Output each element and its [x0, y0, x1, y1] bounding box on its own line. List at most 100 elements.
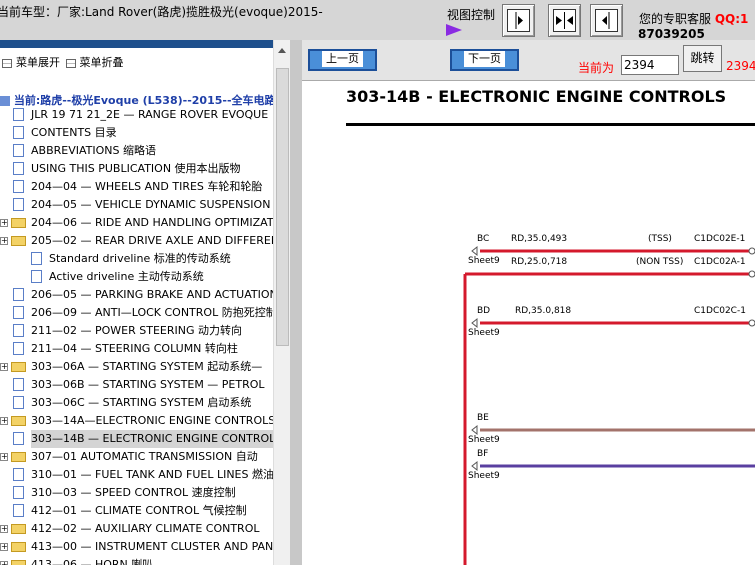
document-icon — [13, 198, 24, 211]
tree-item[interactable]: +303—14A—ELECTRONIC ENGINE CONTROLS — [0, 412, 290, 430]
tree-item-label: 206—05 — PARKING BRAKE AND ACTUATION — [31, 288, 278, 301]
tree-item[interactable]: 310—01 — FUEL TANK AND FUEL LINES 燃油 — [0, 466, 290, 484]
current-page-label: 当前为 — [578, 61, 615, 75]
tree-item-label: 307—01 AUTOMATIC TRANSMISSION 自动 — [31, 450, 258, 463]
total-pages: 2394 — [726, 59, 755, 73]
tree-item[interactable]: USING THIS PUBLICATION 使用本出版物 — [0, 160, 290, 178]
tree-item-label: 413—06 — HORN 喇叭 — [31, 558, 154, 565]
tree-item[interactable]: +307—01 AUTOMATIC TRANSMISSION 自动 — [0, 448, 290, 466]
folder-icon — [11, 236, 26, 246]
document-icon — [13, 486, 24, 499]
tree-item[interactable]: ABBREVIATIONS 缩略语 — [0, 142, 290, 160]
connector-label: C1DC02A-1 — [694, 257, 746, 267]
tree-item[interactable]: JLR 19 71 21_2E — RANGE ROVER EVOQUE — [0, 106, 290, 124]
tree-item[interactable]: 310—03 — SPEED CONTROL 速度控制 — [0, 484, 290, 502]
view-control-label: 视图控制 — [447, 8, 496, 22]
expand-toggle-icon[interactable]: + — [0, 525, 8, 533]
panel-split-icon — [553, 9, 576, 32]
tree-item[interactable]: 303—06C — STARTING SYSTEM 启动系统 — [0, 394, 290, 412]
document-icon — [13, 162, 24, 175]
tree-item[interactable]: +413—06 — HORN 喇叭 — [0, 556, 290, 565]
document-icon — [13, 180, 24, 193]
connector-label: C1DC02C-1 — [694, 306, 746, 316]
expand-toggle-icon[interactable]: + — [0, 363, 8, 371]
tree-item-label: 303—14A—ELECTRONIC ENGINE CONTROLS — [31, 414, 276, 427]
view-split-button[interactable] — [548, 4, 581, 37]
collapse-icon — [65, 58, 76, 68]
expand-toggle-icon[interactable]: + — [0, 543, 8, 551]
sidebar-scrollbar[interactable] — [273, 40, 290, 565]
tree-list: JLR 19 71 21_2E — RANGE ROVER EVOQUE CONT… — [0, 106, 290, 565]
tree-item-label: Active driveline 主动传动系统 — [49, 270, 204, 283]
tree-item[interactable]: +205—02 — REAR DRIVE AXLE AND DIFFERENTI… — [0, 232, 290, 250]
tree-item[interactable]: 211—02 — POWER STEERING 动力转向 — [0, 322, 290, 340]
tree-item-label: 412—01 — CLIMATE CONTROL 气候控制 — [31, 504, 247, 517]
tree-item-label: USING THIS PUBLICATION 使用本出版物 — [31, 162, 241, 175]
menu-collapse-button[interactable]: 菜单折叠 — [80, 56, 124, 69]
tree-item[interactable]: +303—06A — STARTING SYSTEM 起动系统— — [0, 358, 290, 376]
tree-item-label: 204—05 — VEHICLE DYNAMIC SUSPENSION — [31, 198, 271, 211]
connector-arrow-icon — [471, 245, 478, 257]
wire-spec-label: RD,35.0,818 — [515, 306, 571, 316]
expand-toggle-icon[interactable]: + — [0, 453, 8, 461]
panel-left-icon — [595, 9, 618, 32]
connector-pin-icon — [748, 247, 755, 255]
prev-page-label: 上一页 — [322, 51, 363, 67]
tree-item[interactable]: +413—00 — INSTRUMENT CLUSTER AND PANEL — [0, 538, 290, 556]
tree-item[interactable]: Active driveline 主动传动系统 — [0, 268, 290, 286]
tree-item-label: ABBREVIATIONS 缩略语 — [31, 144, 156, 157]
prev-page-button[interactable]: 上一页 — [308, 49, 377, 71]
page-number-input[interactable] — [621, 55, 679, 75]
view-left-button[interactable] — [590, 4, 623, 37]
document-icon — [13, 306, 24, 319]
menu-expand-button[interactable]: 菜单展开 — [16, 56, 60, 69]
document-icon — [13, 126, 24, 139]
tree-item[interactable]: 211—04 — STEERING COLUMN 转向柱 — [0, 340, 290, 358]
expand-toggle-icon[interactable]: + — [0, 237, 8, 245]
play-arrow-icon — [446, 24, 462, 36]
wire-ref-label: BC — [477, 234, 489, 244]
next-page-button[interactable]: 下一页 — [450, 49, 519, 71]
service-qq: QQ:1 — [714, 12, 749, 26]
menu-controls: 菜单展开 菜单折叠 — [0, 54, 124, 70]
document-icon — [13, 504, 24, 517]
tree-item[interactable]: +204—06 — RIDE AND HANDLING OPTIMIZATION — [0, 214, 290, 232]
tree-item[interactable]: 303—06B — STARTING SYSTEM — PETROL — [0, 376, 290, 394]
sheet-label: Sheet9 — [468, 328, 500, 338]
tree-item[interactable]: 206—05 — PARKING BRAKE AND ACTUATION — [0, 286, 290, 304]
expand-toggle-icon[interactable]: + — [0, 219, 8, 227]
wire-ref-label: BD — [477, 306, 490, 316]
scroll-up-icon[interactable] — [278, 48, 286, 53]
next-page-label: 下一页 — [464, 51, 505, 67]
connector-pin-icon — [748, 270, 755, 278]
tree-item-label: 205—02 — REAR DRIVE AXLE AND DIFFERENTIA… — [31, 234, 290, 247]
tree-item[interactable]: 303—14B — ELECTRONIC ENGINE CONTROLS — [0, 430, 290, 448]
tree-item-label: 412—02 — AUXILIARY CLIMATE CONTROL — [31, 522, 260, 535]
document-icon — [13, 342, 24, 355]
sidebar: 菜单展开 菜单折叠 当前:路虎--极光Evoque (L538)--2015--… — [0, 40, 290, 565]
scrollbar-thumb[interactable] — [276, 68, 289, 346]
jump-button[interactable]: 跳转 — [683, 45, 722, 72]
expand-toggle-icon[interactable]: + — [0, 417, 8, 425]
tree-item[interactable]: 412—01 — CLIMATE CONTROL 气候控制 — [0, 502, 290, 520]
tree-item[interactable]: Standard driveline 标准的传动系统 — [0, 250, 290, 268]
wire-ref-label: BF — [477, 449, 488, 459]
tree-item[interactable]: 204—04 — WHEELS AND TIRES 车轮和轮胎 — [0, 178, 290, 196]
tree-item[interactable]: CONTENTS 目录 — [0, 124, 290, 142]
expand-icon — [2, 58, 12, 68]
tree-item[interactable]: +412—02 — AUXILIARY CLIMATE CONTROL — [0, 520, 290, 538]
folder-icon — [11, 524, 26, 534]
expand-toggle-icon[interactable]: + — [0, 561, 8, 565]
pane-divider[interactable] — [290, 40, 302, 565]
tree-item-label: 303—06B — STARTING SYSTEM — PETROL — [31, 378, 265, 391]
folder-icon — [11, 218, 26, 228]
wire-tag-label: (TSS) — [648, 234, 672, 244]
connector-label: C1DC02E-1 — [694, 234, 745, 244]
sheet-label: Sheet9 — [468, 256, 500, 266]
tree-item[interactable]: 204—05 — VEHICLE DYNAMIC SUSPENSION — [0, 196, 290, 214]
tree-item[interactable]: 206—09 — ANTI—LOCK CONTROL 防抱死控制 — [0, 304, 290, 322]
page-controls: 上一页 下一页 当前为 跳转 2394 — [302, 40, 755, 80]
view-right-button[interactable] — [502, 4, 535, 37]
folder-icon — [11, 560, 26, 565]
document-view: 303-14B - ELECTRONIC ENGINE CONTROLS BC S… — [302, 80, 755, 565]
